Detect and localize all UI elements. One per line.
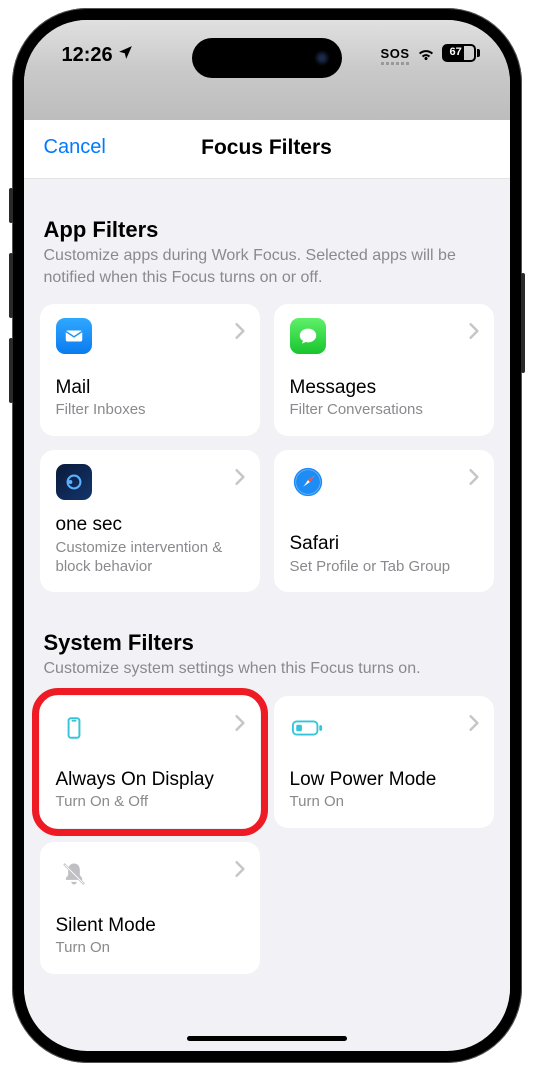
card-sub: Filter Conversations — [290, 401, 478, 420]
volume-up — [9, 253, 13, 318]
card-sub: Turn On — [290, 793, 478, 812]
volume-down — [9, 338, 13, 403]
filter-card-onesec[interactable]: one sec Customize intervention & block b… — [40, 450, 260, 592]
bell-slash-icon — [56, 856, 92, 892]
cancel-button[interactable]: Cancel — [44, 136, 106, 159]
phone-device: 12:26 SOS 67 Can — [12, 8, 522, 1063]
chevron-right-icon — [234, 714, 246, 737]
filter-card-low-power-mode[interactable]: Low Power Mode Turn On — [274, 696, 494, 828]
filter-card-mail[interactable]: Mail Filter Inboxes — [40, 304, 260, 436]
status-right: SOS 67 — [381, 44, 480, 62]
system-filters-grid: Always On Display Turn On & Off — [40, 696, 494, 974]
chevron-right-icon — [234, 468, 246, 491]
card-sub: Set Profile or Tab Group — [290, 558, 478, 577]
section-title-app: App Filters — [40, 217, 494, 243]
section-title-system: System Filters — [40, 630, 494, 656]
battery-low-icon — [290, 710, 326, 746]
navbar: Cancel Focus Filters — [24, 120, 510, 179]
phone-icon — [56, 710, 92, 746]
content: App Filters Customize apps during Work F… — [24, 217, 510, 994]
onesec-icon — [56, 464, 92, 500]
chevron-right-icon — [234, 322, 246, 345]
card-title: Mail — [56, 377, 244, 400]
status-time: 12:26 — [62, 44, 113, 67]
chevron-right-icon — [234, 860, 246, 883]
screen: 12:26 SOS 67 Can — [24, 20, 510, 1051]
page-title: Focus Filters — [201, 136, 332, 159]
filter-card-always-on-display[interactable]: Always On Display Turn On & Off — [40, 696, 260, 828]
messages-icon — [290, 318, 326, 354]
sos-indicator: SOS — [381, 47, 410, 60]
filter-card-safari[interactable]: Safari Set Profile or Tab Group — [274, 450, 494, 592]
chevron-right-icon — [468, 714, 480, 737]
power-button — [521, 273, 525, 373]
card-sub: Customize intervention & block behavior — [56, 539, 244, 577]
card-sub: Filter Inboxes — [56, 401, 244, 420]
filter-card-silent-mode[interactable]: Silent Mode Turn On — [40, 842, 260, 974]
card-sub: Turn On & Off — [56, 793, 244, 812]
card-sub: Turn On — [56, 939, 244, 958]
home-indicator[interactable] — [187, 1036, 347, 1041]
card-title: Always On Display — [56, 769, 244, 792]
card-title: Safari — [290, 533, 478, 556]
location-icon — [117, 44, 134, 67]
card-title: Messages — [290, 377, 478, 400]
card-title: one sec — [56, 514, 244, 537]
dynamic-island — [192, 38, 342, 78]
battery-icon: 67 — [442, 44, 480, 62]
app-filters-section: App Filters Customize apps during Work F… — [40, 217, 494, 592]
wifi-icon — [416, 45, 436, 61]
empty-grid-cell — [274, 842, 494, 974]
chevron-right-icon — [468, 468, 480, 491]
section-desc-app: Customize apps during Work Focus. Select… — [40, 243, 494, 288]
section-desc-system: Customize system settings when this Focu… — [40, 656, 494, 680]
status-left: 12:26 — [62, 44, 134, 67]
filter-card-messages[interactable]: Messages Filter Conversations — [274, 304, 494, 436]
card-title: Low Power Mode — [290, 769, 478, 792]
mail-icon — [56, 318, 92, 354]
card-title: Silent Mode — [56, 915, 244, 938]
chevron-right-icon — [468, 322, 480, 345]
safari-icon — [290, 464, 326, 500]
mute-switch — [9, 188, 13, 223]
system-filters-section: System Filters Customize system settings… — [40, 630, 494, 974]
photo-frame: 12:26 SOS 67 Can — [0, 0, 533, 1080]
app-filters-grid: Mail Filter Inboxes — [40, 304, 494, 592]
